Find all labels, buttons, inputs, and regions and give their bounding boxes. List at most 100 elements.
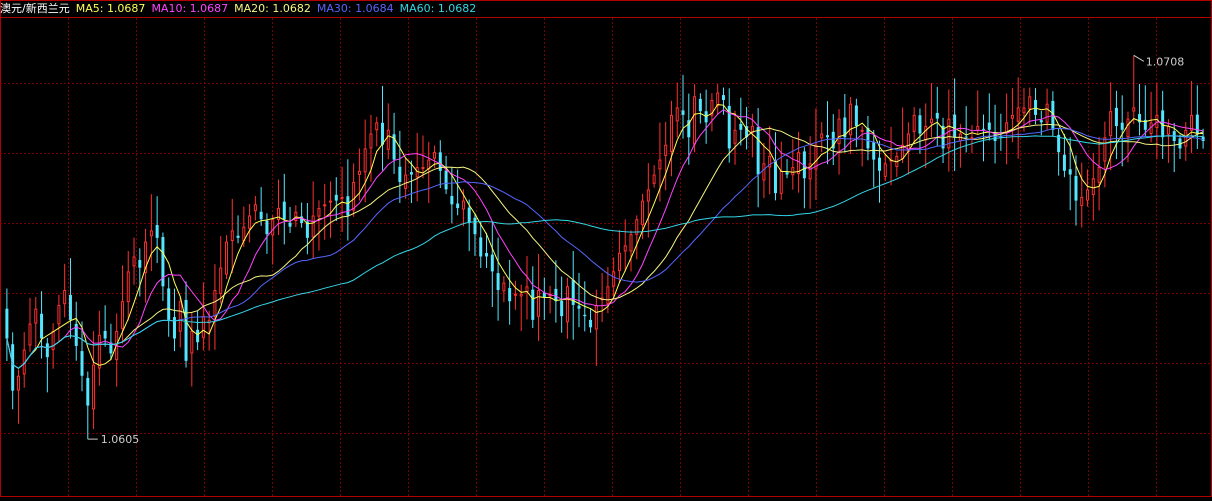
candle-body-up: [1103, 137, 1107, 162]
candle-body-up: [1184, 129, 1188, 147]
candle-body-down: [739, 123, 743, 130]
candle-body-up: [519, 293, 523, 297]
candle-body-down: [184, 299, 188, 361]
ma5-legend: MA5: 1.0687: [75, 2, 146, 15]
candle-body-down: [236, 235, 240, 238]
candle-body-up: [51, 331, 55, 351]
candle-body-up: [329, 200, 333, 203]
candle-body-down: [45, 343, 49, 358]
ma10-value: 1.0687: [189, 2, 229, 15]
candle-body-up: [190, 331, 194, 354]
candle-body-down: [773, 160, 777, 194]
low-annotation: 1.0605: [101, 433, 140, 446]
price-annotations: 1.0708 1.0605: [87, 54, 1185, 446]
candle-body-up: [1097, 167, 1101, 183]
candle-body-up: [178, 301, 182, 332]
candle-body-down: [103, 330, 107, 339]
candle-body-down: [456, 203, 460, 209]
chart-legend: 澳元/新西兰元 MA5: 1.0687 MA10: 1.0687 MA20: 1.06…: [0, 1, 482, 17]
candle-body-down: [86, 377, 90, 406]
candle-body-up: [502, 282, 506, 292]
candle-body-down: [589, 319, 593, 328]
candle-body-up: [201, 316, 205, 338]
chart-canvas: 1.0708 1.0605: [0, 0, 1212, 497]
candle-body-up: [421, 167, 425, 170]
candle-body-up: [1166, 126, 1170, 135]
candle-body-up: [253, 204, 257, 212]
candle-body-down: [866, 127, 870, 149]
candle-body-up: [513, 293, 517, 296]
candle-body-up: [629, 234, 633, 252]
candle-body-down: [583, 314, 587, 317]
candle-body-down: [479, 237, 483, 257]
candle-body-down: [935, 112, 939, 119]
candle-body-up: [271, 219, 275, 236]
high-annotation: 1.0708: [1146, 55, 1185, 68]
candle-body-up: [525, 286, 529, 292]
ma20-legend: MA20: 1.0682: [234, 2, 311, 15]
candle-body-up: [375, 122, 379, 131]
candle-body-up: [363, 148, 367, 173]
ma5-label: MA5: [75, 2, 100, 15]
candle-body-up: [930, 118, 934, 124]
candle-body-down: [5, 308, 9, 339]
candle-body-up: [1155, 114, 1159, 129]
candle-body-down: [854, 105, 858, 127]
candle-body-down: [577, 305, 581, 309]
candle-body-up: [733, 129, 737, 144]
candle-body-up: [837, 118, 841, 145]
candle-body-up: [791, 167, 795, 176]
candle-body-up: [675, 107, 679, 122]
candle-body-up: [762, 163, 766, 181]
candle-body-down: [508, 288, 512, 302]
candle-body-down: [40, 313, 44, 339]
candle-body-down: [381, 122, 385, 145]
candle-body-up: [57, 304, 61, 325]
candle-body-down: [918, 115, 922, 134]
candle-body-down: [756, 127, 760, 175]
candle-body-up: [415, 167, 419, 178]
candle-body-up: [1028, 96, 1032, 110]
candle-body-down: [138, 260, 142, 268]
candle-body-down: [953, 114, 957, 138]
candle-body-down: [554, 288, 558, 302]
candle-body-up: [357, 170, 361, 175]
candle-body-up: [1126, 118, 1130, 138]
candle-body-down: [877, 157, 881, 171]
candle-body-up: [970, 137, 974, 140]
candle-body-up: [617, 252, 621, 272]
candle-body-up: [658, 159, 662, 170]
candle-body-down: [467, 207, 471, 223]
candle-body-down: [531, 289, 535, 320]
candle-body-down: [1114, 107, 1118, 127]
candle-body-down: [1120, 122, 1124, 130]
candle-body-up: [230, 230, 234, 242]
candle-body-down: [80, 351, 84, 376]
candle-body-up: [883, 163, 887, 177]
candle-body-up: [537, 290, 541, 317]
candle-body-up: [860, 129, 864, 132]
candle-body-up: [132, 256, 136, 267]
candle-body-up: [652, 174, 656, 184]
candle-body-up: [1091, 178, 1095, 196]
candle-body-down: [698, 98, 702, 112]
ma60-value: 1.0682: [437, 2, 477, 15]
candle-body-up: [924, 126, 928, 141]
candle-body-up: [16, 375, 20, 391]
candle-body-up: [461, 200, 465, 210]
chart-border: [0, 0, 1212, 497]
candle-body-up: [1132, 107, 1136, 112]
candle-body-down: [490, 254, 494, 272]
candle-body-up: [1086, 189, 1090, 201]
candle-body-up: [1109, 111, 1113, 137]
candle-body-up: [311, 215, 315, 238]
ma60-legend: MA60: 1.0682: [399, 2, 477, 15]
candle-body-up: [1022, 107, 1026, 114]
candle-body-down: [259, 211, 263, 220]
candle-body-down: [1195, 114, 1199, 134]
candle-body-down: [346, 196, 350, 216]
candle-body-down: [964, 136, 968, 138]
candle-body-up: [224, 241, 228, 275]
candle-body-down: [560, 300, 564, 317]
candle-body-down: [167, 288, 171, 320]
